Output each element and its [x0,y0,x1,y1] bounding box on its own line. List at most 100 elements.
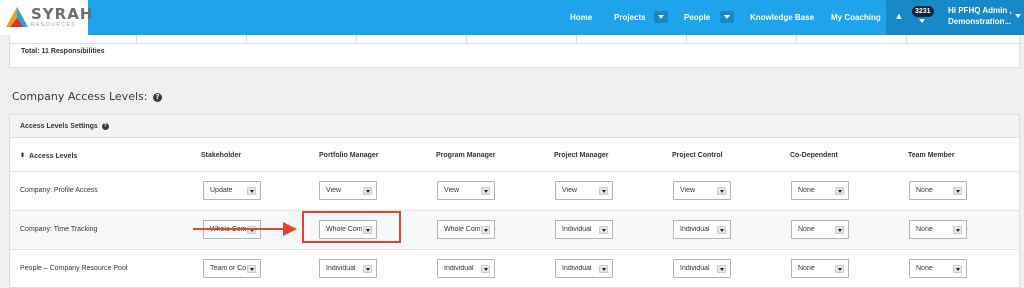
access-level-select[interactable]: Individual [673,220,731,239]
logo-text: SYRAH [31,5,94,23]
access-level-select[interactable]: None [791,259,849,278]
table-row: Company: Time Tracking Whole Com Whole C… [10,210,1019,248]
chevron-down-icon[interactable] [363,265,372,273]
top-navbar: SYRAH RESOURCES Home Projects People Kno… [0,0,1024,35]
select-value: Update [210,187,233,194]
select-value: None [916,265,933,272]
chevron-down-icon[interactable] [481,187,490,195]
nav-home[interactable]: Home [570,0,592,35]
chevron-down-icon[interactable] [717,226,726,234]
select-value: None [798,226,815,233]
select-value: Whole Com [444,226,480,233]
column-divider [136,35,137,43]
syrah-logo[interactable]: SYRAH RESOURCES [0,0,92,35]
chevron-down-icon[interactable] [717,187,726,195]
column-header-co-dependent: Co-Dependent [790,152,838,159]
nav-projects[interactable]: Projects [614,0,646,35]
column-divider [686,35,687,43]
select-value: Individual [326,265,356,272]
nav-my-coaching[interactable]: My Coaching [831,0,881,35]
select-value: View [444,187,460,194]
access-level-select[interactable]: None [791,181,849,200]
column-divider [906,35,907,43]
help-circle-icon[interactable]: ? [101,123,109,130]
column-header-program-manager: Program Manager [436,152,496,159]
chevron-down-icon[interactable] [835,226,844,234]
access-level-select[interactable]: Individual [673,259,731,278]
column-divider [576,35,577,43]
chevron-down-icon[interactable] [953,187,962,195]
column-header-project-control: Project Control [672,152,723,159]
chevron-down-icon[interactable] [481,226,490,234]
chevron-down-icon[interactable] [835,265,844,273]
chevron-down-icon[interactable] [599,265,608,273]
select-value: None [798,187,815,194]
access-level-select[interactable]: Individual [555,259,613,278]
chevron-down-icon[interactable] [247,265,256,273]
total-responsibilities: Total: 11 Responsibilities [21,48,105,55]
annotation-arrow-shaft [193,228,285,230]
chevron-down-icon[interactable] [717,265,726,273]
row-label: Company: Time Tracking [20,226,98,233]
column-header-access-levels[interactable]: ⬍ Access Levels [20,152,77,160]
warning-icon[interactable]: ▲ [894,11,904,21]
row-label: Company: Profile Access [20,187,98,194]
row-label: People – Company Resource Pool [20,265,128,272]
annotation-arrow-icon [283,222,297,236]
panel-title-text: Access Levels Settings [20,123,98,130]
chevron-down-icon[interactable] [599,226,608,234]
access-level-select[interactable]: View [673,181,731,200]
access-level-select[interactable]: Individual [437,259,495,278]
chevron-down-icon[interactable] [953,226,962,234]
access-level-select[interactable]: Update [203,181,261,200]
panel-title: Access Levels Settings ? [20,123,109,130]
nav-knowledge-base[interactable]: Knowledge Base [750,0,814,35]
select-value: Individual [444,265,474,272]
chevron-down-icon[interactable] [953,265,962,273]
access-level-select[interactable]: Individual [555,220,613,239]
access-level-select[interactable]: View [437,181,495,200]
access-level-select[interactable]: None [909,181,967,200]
access-level-select[interactable]: None [791,220,849,239]
access-levels-card: Access Levels Settings ? ⬍ Access Levels … [9,114,1020,288]
nav-people[interactable]: People [684,0,710,35]
table-row: People – Company Resource Pool Team or C… [10,249,1019,287]
column-divider [796,35,797,43]
select-value: None [916,187,933,194]
access-level-select[interactable]: Individual [319,259,377,278]
column-header-portfolio-manager: Portfolio Manager [319,152,379,159]
notifications-chevron-down-icon[interactable] [919,19,925,23]
select-value: Team or Co [210,265,246,272]
select-value: None [916,226,933,233]
select-value: Individual [680,226,710,233]
access-level-select[interactable]: View [319,181,377,200]
user-org[interactable]: Demonstration... [948,17,1011,26]
panel-header: Access Levels Settings ? [10,115,1019,138]
projects-dropdown-chevron-icon[interactable] [654,11,668,23]
chevron-down-icon[interactable] [481,265,490,273]
access-level-select[interactable]: Whole Com [437,220,495,239]
chevron-down-icon[interactable] [363,187,372,195]
company-access-levels-heading: Company Access Levels: ? [12,90,162,103]
responsibilities-card: Total: 11 Responsibilities [9,35,1021,68]
column-divider [246,35,247,43]
column-header-label: Access Levels [29,153,78,160]
user-greeting[interactable]: Hi PFHQ Admin , [948,6,1012,15]
column-header-project-manager: Project Manager [554,152,609,159]
user-menu-chevron-down-icon[interactable] [1015,14,1021,18]
select-value: Individual [562,265,592,272]
divider [10,43,1021,44]
column-header-stakeholder: Stakeholder [201,152,242,159]
access-level-select[interactable]: None [909,259,967,278]
notification-badge[interactable]: 3231 [912,6,934,17]
access-level-select[interactable]: Team or Co [203,259,261,278]
column-header-team-member: Team Member [908,152,955,159]
chevron-down-icon[interactable] [835,187,844,195]
people-dropdown-chevron-icon[interactable] [720,11,734,23]
chevron-down-icon[interactable] [599,187,608,195]
access-level-select[interactable]: View [555,181,613,200]
access-level-select[interactable]: None [909,220,967,239]
chevron-down-icon[interactable] [247,187,256,195]
sort-icon[interactable]: ⬍ [20,152,25,159]
help-circle-icon[interactable]: ? [152,93,162,102]
